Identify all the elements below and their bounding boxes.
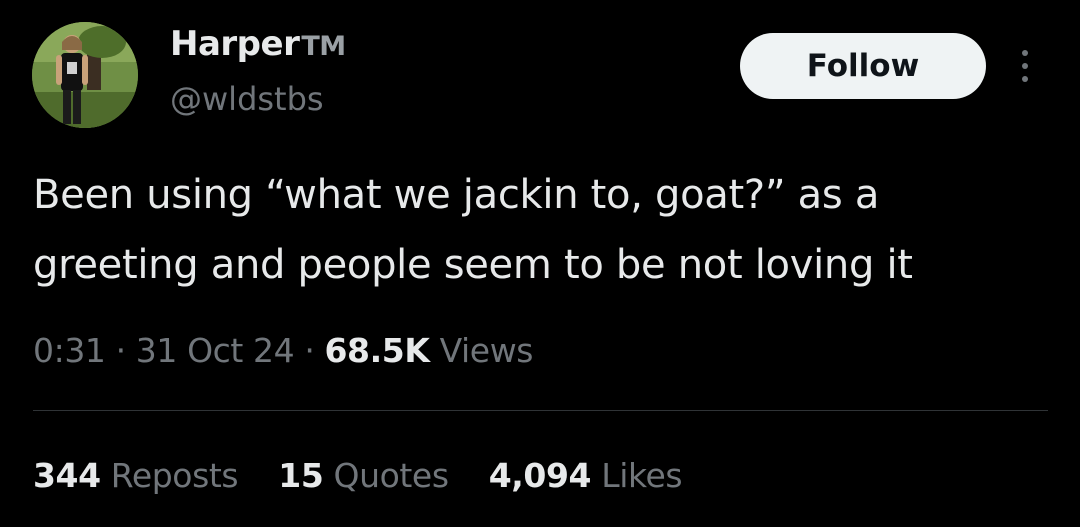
quotes-stat[interactable]: 15 Quotes bbox=[278, 453, 450, 499]
tweet-text-line: Been using “what we jackin to, goat?” as… bbox=[33, 172, 880, 218]
tweet-meta: 0:31 · 31 Oct 24 · 68.5K Views bbox=[33, 328, 534, 374]
reposts-stat[interactable]: 344 Reposts bbox=[33, 453, 239, 499]
views-count[interactable]: 68.5K bbox=[325, 331, 430, 370]
follow-button[interactable]: Follow bbox=[740, 33, 986, 99]
display-name-text: Harper bbox=[170, 24, 300, 64]
more-dot bbox=[1022, 76, 1028, 82]
tweet-date[interactable]: 31 Oct 24 bbox=[136, 331, 295, 370]
divider bbox=[33, 410, 1048, 411]
more-dot bbox=[1022, 63, 1028, 69]
likes-label: Likes bbox=[601, 456, 683, 495]
views-label[interactable]: Views bbox=[440, 331, 534, 370]
author-display-name[interactable]: HarperTM bbox=[170, 22, 346, 69]
tweet-text: Been using “what we jackin to, goat?” as… bbox=[33, 160, 1053, 300]
avatar-photo bbox=[32, 22, 138, 128]
trademark-badge: TM bbox=[301, 31, 346, 62]
reposts-label: Reposts bbox=[110, 456, 239, 495]
avatar[interactable] bbox=[32, 22, 138, 128]
meta-separator: · bbox=[304, 331, 315, 370]
quotes-label: Quotes bbox=[333, 456, 450, 495]
tweet-time[interactable]: 0:31 bbox=[33, 331, 106, 370]
author-handle[interactable]: @wldstbs bbox=[170, 78, 324, 120]
meta-separator: · bbox=[115, 331, 126, 370]
more-dot bbox=[1022, 50, 1028, 56]
likes-count: 4,094 bbox=[488, 456, 592, 495]
tweet-text-line: greeting and people seem to be not lovin… bbox=[33, 242, 913, 288]
quotes-count: 15 bbox=[278, 456, 324, 495]
likes-stat[interactable]: 4,094 Likes bbox=[488, 453, 683, 499]
more-options-icon[interactable] bbox=[1012, 46, 1038, 86]
engagement-stats: 344 Reposts 15 Quotes 4,094 Likes bbox=[33, 453, 712, 499]
reposts-count: 344 bbox=[33, 456, 101, 495]
